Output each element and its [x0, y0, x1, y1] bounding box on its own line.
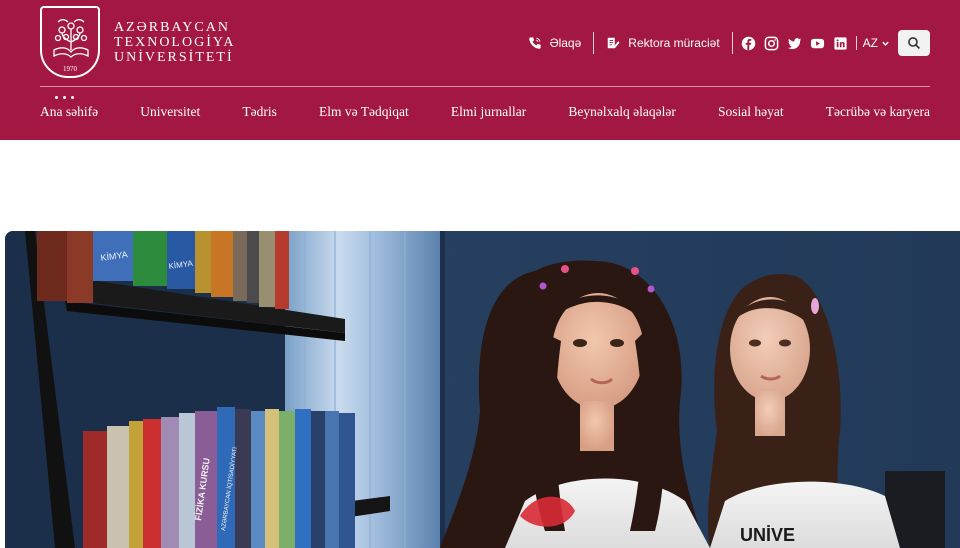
nav-item-home[interactable]: Ana səhifə — [40, 96, 99, 120]
university-name-line3: UNİVERSİTETİ — [114, 49, 234, 65]
youtube-icon — [810, 38, 824, 48]
university-name: AZƏRBAYCAN TEXNOLOGİYA UNİVERSİTETİ — [114, 20, 236, 65]
nav-item-university[interactable]: Universitet — [140, 104, 200, 120]
language-label: AZ — [862, 36, 878, 50]
university-name-line1: AZƏRBAYCAN — [114, 19, 230, 35]
social-links — [733, 36, 856, 51]
nav-item-label: Sosial həyat — [718, 104, 784, 119]
instagram-icon — [764, 36, 778, 50]
nav-item-international[interactable]: Beynəlxalq əlaqələr — [568, 104, 676, 120]
nav-item-label: Universitet — [140, 104, 201, 119]
nav-item-label: Elm və Tədqiqat — [318, 104, 409, 119]
nav-item-label: Ana səhifə — [40, 104, 99, 119]
header-divider — [40, 86, 930, 87]
contact-label: Əlaqə — [549, 36, 582, 50]
nav-item-journals[interactable]: Elmi jurnallar — [451, 104, 526, 120]
logo-year: 1970 — [63, 65, 77, 73]
chevron-down-icon — [882, 41, 889, 46]
hero-photo: KİMYA KİMYA FİZİKA KURSU AZƏRBAYCAN İQTİ… — [5, 231, 960, 548]
hero-banner-image: KİMYA KİMYA FİZİKA KURSU AZƏRBAYCAN İQTİ… — [5, 231, 960, 548]
nav-item-social-life[interactable]: Sosial həyat — [718, 104, 784, 120]
active-indicator — [55, 96, 74, 99]
linkedin-link[interactable] — [833, 36, 848, 51]
university-name-line2: TEXNOLOGİYA — [114, 34, 236, 50]
facebook-icon — [741, 36, 755, 50]
twitter-icon — [787, 37, 801, 49]
search-button[interactable] — [898, 30, 930, 56]
nav-item-label: Tədris — [242, 104, 277, 119]
contact-link[interactable]: Əlaqə — [516, 36, 594, 50]
shirt-text: UNİVE — [740, 525, 795, 545]
language-selector[interactable]: AZ — [857, 36, 896, 50]
note-icon — [608, 37, 620, 49]
rector-appeal-label: Rektora müraciət — [628, 36, 720, 50]
logo-emblem: 1970 — [40, 6, 100, 78]
nav-item-label: Beynəlxalq əlaqələr — [568, 104, 676, 119]
nav-item-label: Təcrübə və karyera — [825, 104, 930, 119]
top-utility-bar: Əlaqə Rektora müraciət AZ — [516, 30, 930, 56]
linkedin-icon — [834, 36, 847, 50]
instagram-link[interactable] — [764, 36, 779, 51]
nav-item-science-research[interactable]: Elm və Tədqiqat — [319, 104, 409, 120]
nav-item-education[interactable]: Tədris — [242, 104, 277, 120]
nav-item-career[interactable]: Təcrübə və karyera — [826, 104, 930, 120]
nav-item-label: Elmi jurnallar — [450, 104, 527, 119]
tree-book-icon — [53, 19, 89, 58]
search-icon — [908, 37, 921, 50]
rector-appeal-link[interactable]: Rektora müraciət — [594, 36, 731, 50]
site-header: 1970 AZƏRBAYCAN TEXNOLOGİYA UNİVERSİTETİ… — [0, 0, 960, 140]
facebook-link[interactable] — [741, 36, 756, 51]
youtube-link[interactable] — [810, 36, 825, 51]
twitter-link[interactable] — [787, 36, 802, 51]
phone-icon — [528, 37, 541, 49]
main-navigation: Ana səhifə Universitet Tədris Elm və Təd… — [40, 96, 930, 120]
site-logo[interactable]: 1970 AZƏRBAYCAN TEXNOLOGİYA UNİVERSİTETİ — [40, 6, 236, 78]
